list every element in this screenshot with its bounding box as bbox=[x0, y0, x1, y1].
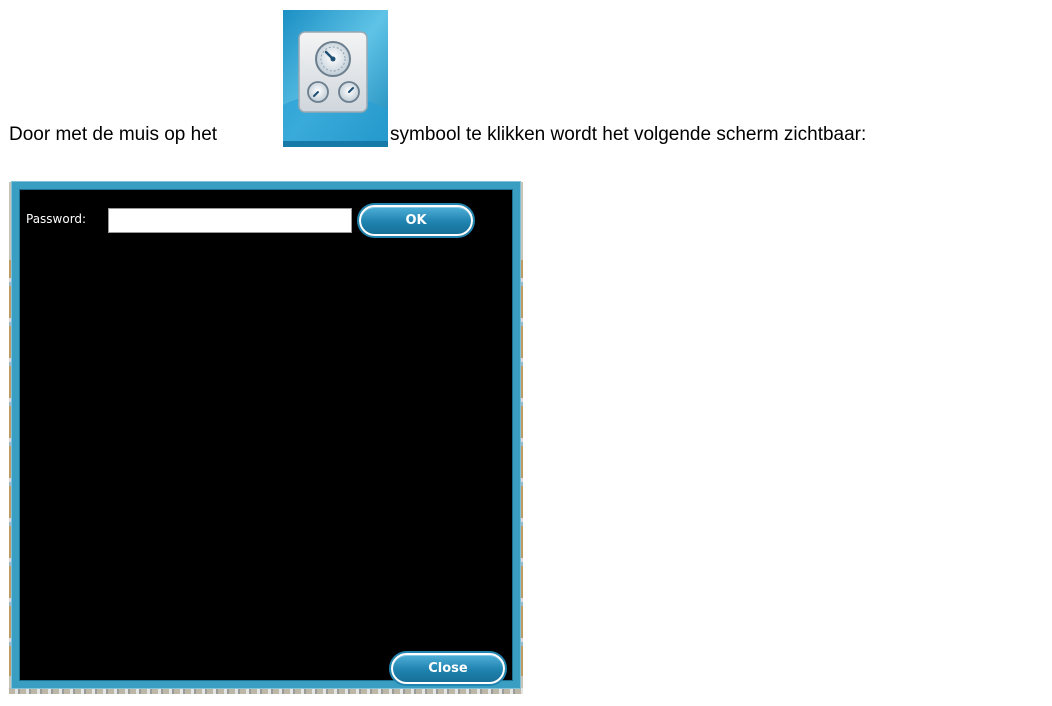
background-edge-bottom bbox=[9, 688, 523, 694]
password-dialog: Password: OK Close bbox=[11, 181, 521, 689]
gauge-dashboard-icon bbox=[283, 10, 388, 147]
password-input[interactable] bbox=[108, 208, 352, 233]
password-label: Password: bbox=[26, 212, 87, 226]
ok-button[interactable]: OK bbox=[359, 205, 473, 236]
password-dialog-screenshot: Password: OK Close bbox=[9, 181, 523, 694]
intro-text-after: symbool te klikken wordt het volgende sc… bbox=[390, 124, 867, 145]
close-button[interactable]: Close bbox=[391, 653, 505, 684]
intro-text-before: Door met de muis op het bbox=[9, 124, 218, 145]
